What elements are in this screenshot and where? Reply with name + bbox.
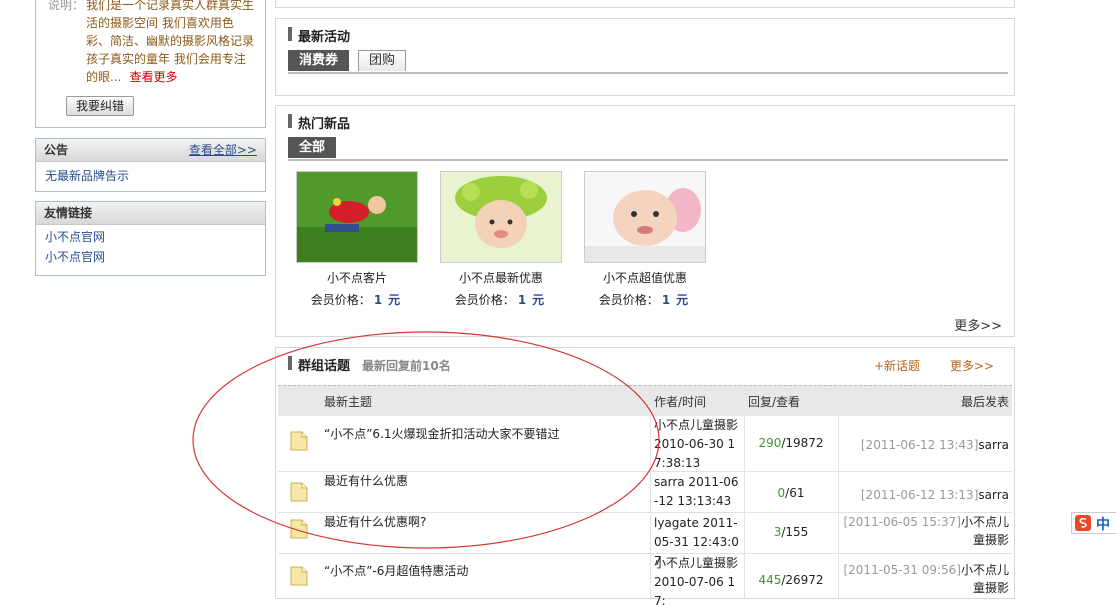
table-row[interactable]: “小不点”-6月超值特惠活动 小不点儿童摄影 2010-07-06 17: 44… <box>278 554 1012 608</box>
new-topic-link[interactable]: +新话题 <box>874 357 920 374</box>
tab-all[interactable]: 全部 <box>288 137 337 158</box>
product-name[interactable]: 小不点最新优惠 <box>440 269 562 286</box>
notice-view-all-link[interactable]: 查看全部>> <box>189 139 257 161</box>
topic-reply-count: 445/26972 <box>758 573 824 587</box>
topic-file-icon <box>290 566 308 586</box>
product-name[interactable]: 小不点超值优惠 <box>584 269 706 286</box>
notice-box: 公告 查看全部>> 无最新品牌告示 <box>35 138 266 192</box>
product-image[interactable] <box>440 171 562 263</box>
activity-panel: 最新活动 消费券 团购 <box>275 18 1015 96</box>
topic-reply-count: 290/19872 <box>758 436 824 450</box>
topic-last-post: [2011-06-05 15:37]小不点儿童摄影 <box>843 515 1009 547</box>
tab-coupon[interactable]: 消费券 <box>288 50 350 71</box>
product-name[interactable]: 小不点客片 <box>296 269 418 286</box>
ime-mode-label: 中 <box>1096 517 1110 533</box>
sogou-s-icon <box>1075 515 1091 531</box>
topic-subject-link[interactable]: “小不点”-6月超值特惠活动 <box>324 564 468 578</box>
report-error-button[interactable]: 我要纠错 <box>66 96 134 116</box>
notice-header: 公告 查看全部>> <box>36 139 265 162</box>
friend-links-header: 友情链接 <box>36 202 265 225</box>
products-panel: 热门新品 全部 小不点客片 会员价格： 1 元 小不点最新优惠 会员价格： 1 … <box>275 105 1015 337</box>
col-last-post: 最后发表 <box>960 395 1009 409</box>
product-price: 会员价格： 1 元 <box>310 293 401 307</box>
topic-author-time: sarra 2011-06-12 13:13:43 <box>654 475 739 508</box>
notice-empty-text: 无最新品牌告示 <box>45 169 130 183</box>
topic-author-time: 小不点儿童摄影 2010-07-06 17: <box>654 556 739 608</box>
col-replies-views: 回复/查看 <box>748 395 801 409</box>
annotation-ellipse <box>192 331 660 549</box>
activity-title: 最新活动 <box>288 26 350 45</box>
products-more-link[interactable]: 更多>> <box>954 315 1002 334</box>
product-image[interactable] <box>296 171 418 263</box>
intro-text: 我们是一个记录真实人群真实生 活的摄影空间 我们喜欢用色 彩、简洁、幽默的摄影风… <box>86 0 255 84</box>
top-panel-edge <box>275 0 1015 8</box>
product-card[interactable]: 小不点客片 会员价格： 1 元 <box>296 171 418 308</box>
tab-group-buy[interactable]: 团购 <box>358 50 407 71</box>
products-tabs: 全部 <box>288 137 1008 161</box>
topic-last-post: [2011-06-12 13:13]sarra <box>860 488 1009 502</box>
friend-link[interactable]: 小不点官网 <box>45 250 105 264</box>
topic-last-post: [2011-06-12 13:43]sarra <box>860 438 1009 452</box>
product-image[interactable] <box>584 171 706 263</box>
brand-intro-box: 说明： 我们是一个记录真实人群真实生 活的摄影空间 我们喜欢用色 彩、简洁、幽默… <box>35 0 266 128</box>
product-price: 会员价格： 1 元 <box>598 293 689 307</box>
topic-reply-count: 3/155 <box>773 525 809 539</box>
activity-tabs: 消费券 团购 <box>288 50 1008 74</box>
friend-links-box: 友情链接 小不点官网 小不点官网 <box>35 201 266 276</box>
product-price: 会员价格： 1 元 <box>454 293 545 307</box>
topic-reply-count: 0/61 <box>777 486 805 500</box>
topics-more-link[interactable]: 更多>> <box>950 357 994 374</box>
product-card[interactable]: 小不点最新优惠 会员价格： 1 元 <box>440 171 562 308</box>
topic-last-post: [2011-05-31 09:56]小不点儿童摄影 <box>843 563 1009 595</box>
product-card[interactable]: 小不点超值优惠 会员价格： 1 元 <box>584 171 706 308</box>
intro-label: 说明： <box>48 0 85 12</box>
friend-link[interactable]: 小不点官网 <box>45 230 105 244</box>
intro-more-link[interactable]: 查看更多 <box>129 70 177 84</box>
products-title: 热门新品 <box>288 113 350 132</box>
topic-author-time: 小不点儿童摄影 2010-06-30 17:38:13 <box>654 418 739 470</box>
ime-indicator[interactable]: 中 <box>1071 512 1116 534</box>
